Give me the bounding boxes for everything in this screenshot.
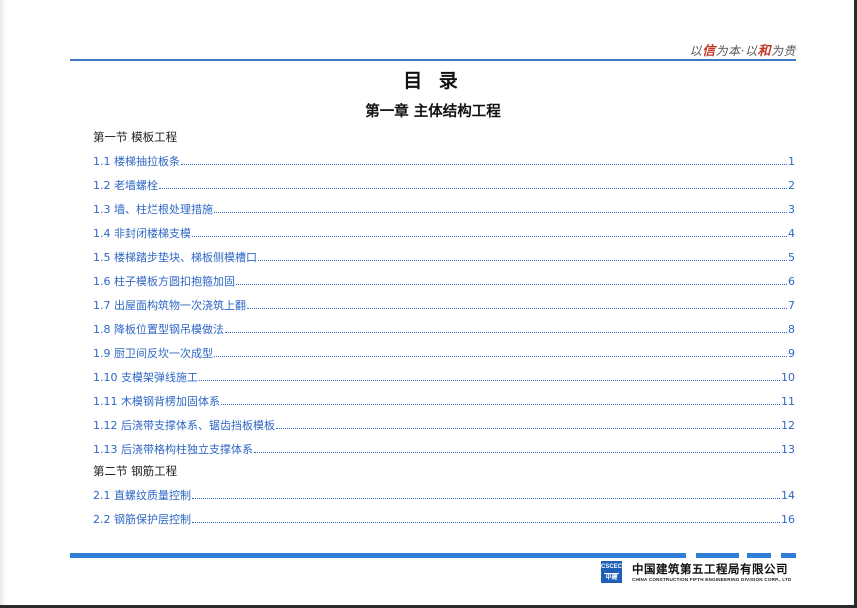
toc-entry-page: 14: [781, 489, 795, 502]
toc-leader-dots: [247, 308, 787, 309]
toc-entry[interactable]: 1.5 楼梯踏步垫块、梯板侧模槽口 5: [93, 249, 795, 265]
company-name-cn: 中国建筑第五工程局有限公司: [632, 562, 788, 576]
toc-leader-dots: [159, 188, 787, 189]
page-left-shadow: [0, 0, 6, 608]
toc-entry[interactable]: 1.1 楼梯抽拉板条 1: [93, 153, 795, 169]
slogan-part-highlight: 和: [757, 44, 771, 59]
toc-entry-page: 1: [788, 155, 795, 168]
toc-leader-dots: [221, 404, 780, 405]
toc-entry-page: 11: [781, 395, 795, 408]
toc-entry-text: 1.13 后浇带格构柱独立支撑体系: [93, 443, 253, 456]
toc-entry-text: 1.11 木模钢背楞加固体系: [93, 395, 220, 408]
footer-bar-gap: [686, 553, 696, 558]
toc-entry-text: 1.7 出屋面构筑物一次浇筑上翻: [93, 299, 246, 312]
toc-entry-text: 1.5 楼梯踏步垫块、梯板侧模槽口: [93, 251, 257, 264]
slogan-part: 为贵: [770, 44, 796, 58]
toc-entry[interactable]: 1.4 非封闭楼梯支模 4: [93, 225, 795, 241]
toc-entry-page: 12: [781, 419, 795, 432]
toc-entry[interactable]: 2.2 钢筋保护层控制 16: [93, 511, 795, 527]
toc-entry-text: 1.3 墙、柱烂根处理措施: [93, 203, 213, 216]
toc-entry-text: 1.9 厨卫间反坎一次成型: [93, 347, 213, 360]
toc-entry[interactable]: 1.12 后浇带支撑体系、锯齿挡板模板 12: [93, 417, 795, 433]
toc-entry-page: 9: [788, 347, 795, 360]
toc-entry-text: 1.4 非封闭楼梯支模: [93, 227, 191, 240]
section-heading: 第二节 钢筋工程: [93, 464, 178, 478]
company-logo: CSCEC 中建: [601, 561, 622, 583]
toc-leader-dots: [192, 498, 780, 499]
toc-entry-page: 8: [788, 323, 795, 336]
logo-text-bottom: 中建: [605, 575, 618, 581]
toc-leader-dots: [236, 284, 787, 285]
toc-entry-text: 2.2 钢筋保护层控制: [93, 513, 191, 526]
toc-leader-dots: [214, 212, 787, 213]
toc-entry-text: 2.1 直螺纹质量控制: [93, 489, 191, 502]
toc-leader-dots: [192, 522, 780, 523]
toc-leader-dots: [214, 356, 787, 357]
toc-entry-text: 1.10 支模架弹线施工: [93, 371, 198, 384]
toc-entry[interactable]: 1.8 降板位置型钢吊模做法 8: [93, 321, 795, 337]
toc-entry[interactable]: 1.13 后浇带格构柱独立支撑体系 13: [93, 441, 795, 457]
toc-entry[interactable]: 1.9 厨卫间反坎一次成型 9: [93, 345, 795, 361]
footer-bar-gap: [739, 553, 747, 558]
footer-bar-gap: [771, 553, 781, 558]
toc-entry[interactable]: 2.1 直螺纹质量控制 14: [93, 487, 795, 503]
header-slogan: 以信为本·以和为贵: [630, 40, 796, 59]
toc-entry-text: 1.12 后浇带支撑体系、锯齿挡板模板: [93, 419, 275, 432]
toc-leader-dots: [276, 428, 780, 429]
toc-entry-page: 2: [788, 179, 795, 192]
toc-entry[interactable]: 1.11 木模钢背楞加固体系 11: [93, 393, 795, 409]
toc-leader-dots: [225, 332, 787, 333]
header-rule: [70, 59, 796, 61]
toc-entry-page: 6: [788, 275, 795, 288]
toc-entry-page: 5: [788, 251, 795, 264]
toc-entry-page: 3: [788, 203, 795, 216]
slogan-part: 为本·以: [715, 44, 758, 58]
toc-entry-text: 1.2 老墙螺栓: [93, 179, 158, 192]
toc-entry-page: 10: [781, 371, 795, 384]
toc-leader-dots: [254, 452, 780, 453]
logo-divider: [604, 573, 619, 574]
toc-entry[interactable]: 1.10 支模架弹线施工 10: [93, 369, 795, 385]
section-heading: 第一节 模板工程: [93, 130, 178, 144]
toc-entry-page: 16: [781, 513, 795, 526]
toc-entry[interactable]: 1.3 墙、柱烂根处理措施 3: [93, 201, 795, 217]
toc-leader-dots: [181, 164, 787, 165]
toc-leader-dots: [199, 380, 780, 381]
toc-entry-page: 4: [788, 227, 795, 240]
toc-leader-dots: [258, 260, 787, 261]
toc-entry-page: 7: [788, 299, 795, 312]
toc-entry[interactable]: 1.7 出屋面构筑物一次浇筑上翻 7: [93, 297, 795, 313]
toc-leader-dots: [192, 236, 787, 237]
toc-entry[interactable]: 1.6 柱子模板方圆扣抱箍加固 6: [93, 273, 795, 289]
chapter-title: 第一章 主体结构工程: [365, 104, 501, 120]
page-title: 目 录: [403, 70, 463, 92]
logo-text-top: CSCEC: [601, 564, 623, 570]
toc-entry-text: 1.6 柱子模板方圆扣抱箍加固: [93, 275, 235, 288]
slogan-part-highlight: 信: [702, 44, 716, 59]
slogan-part: 以: [689, 44, 703, 58]
toc-entry[interactable]: 1.2 老墙螺栓 2: [93, 177, 795, 193]
company-name-en: CHINA CONSTRUCTION FIFTH ENGINEERING DIV…: [632, 577, 792, 582]
toc-entry-text: 1.8 降板位置型钢吊模做法: [93, 323, 224, 336]
toc-entry-text: 1.1 楼梯抽拉板条: [93, 155, 180, 168]
toc-entry-page: 13: [781, 443, 795, 456]
